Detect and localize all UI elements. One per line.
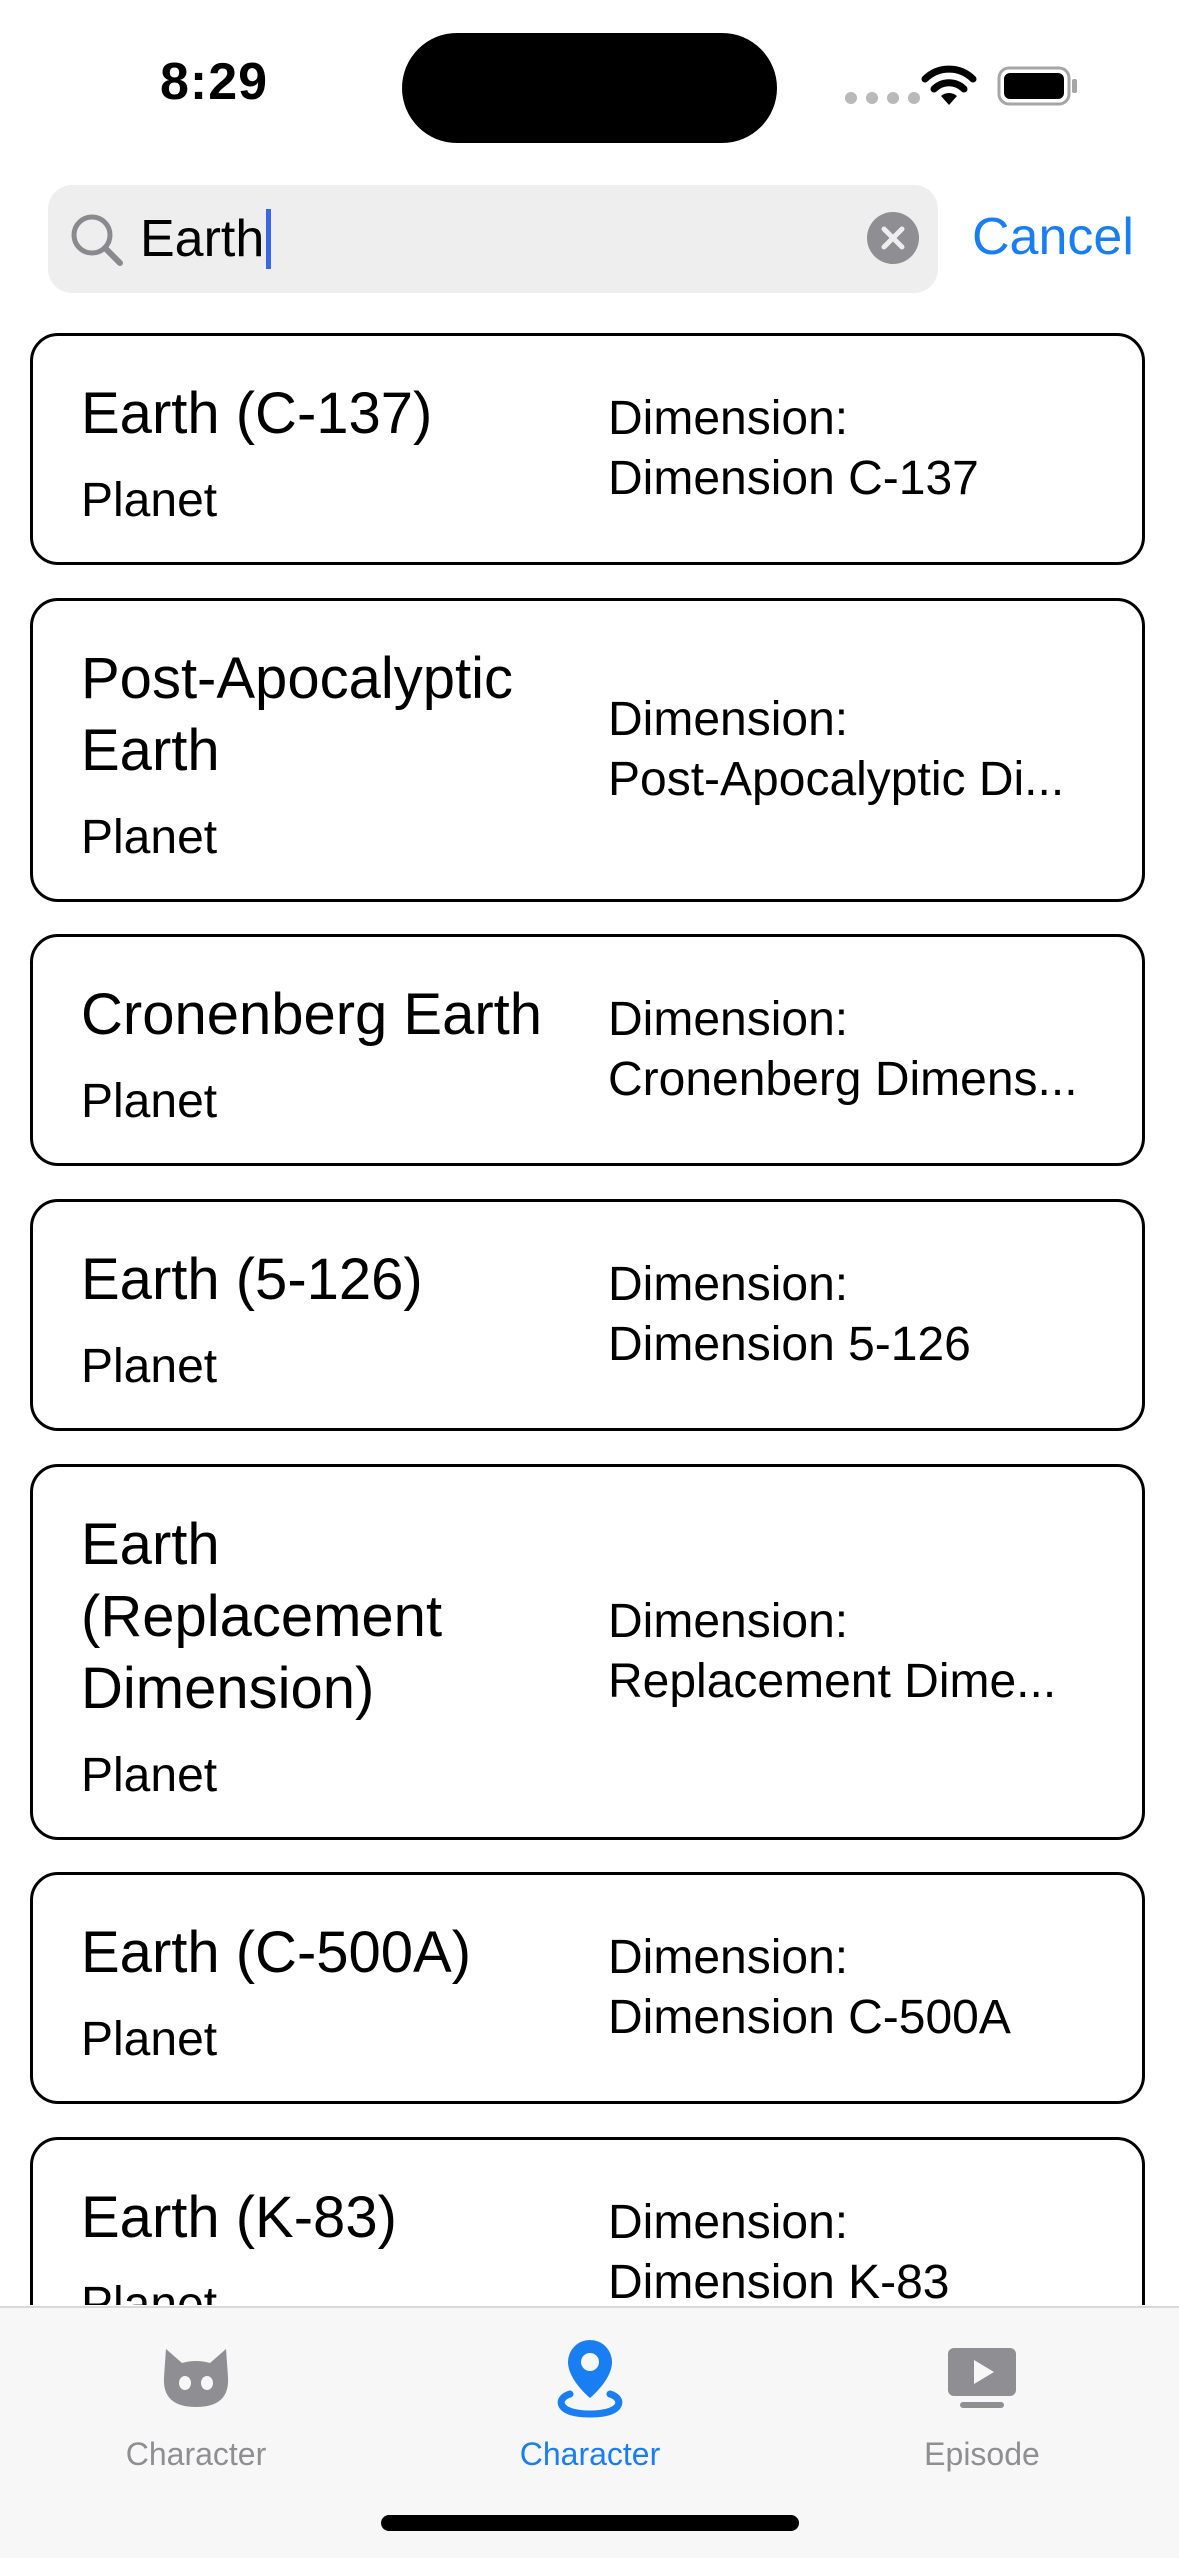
tab-label: Character <box>519 2436 661 2472</box>
location-type: Planet <box>81 474 218 527</box>
location-type: Planet <box>81 2278 218 2305</box>
play-rectangle-icon <box>948 2348 1016 2408</box>
location-card[interactable]: Earth (Replacement Dimension) Planet Dim… <box>30 1464 1145 1840</box>
tab-label: Character <box>125 2436 267 2472</box>
clear-search-icon[interactable] <box>865 210 921 266</box>
text-caret <box>266 209 272 269</box>
location-pin-icon <box>557 2340 623 2418</box>
location-card[interactable]: Cronenberg Earth Planet Dimension: Crone… <box>30 934 1145 1166</box>
github-cat-icon <box>163 2349 229 2407</box>
location-name: Earth (Replacement Dimension) <box>81 1512 443 1721</box>
search-query-text[interactable]: Earth <box>140 209 272 269</box>
dimension-value: Dimension 5-126 <box>608 1318 971 1371</box>
status-time: 8:29 <box>160 53 269 111</box>
location-card[interactable]: Post-Apocalyptic Earth Planet Dimension:… <box>30 598 1145 902</box>
dynamic-island <box>402 33 777 143</box>
dimension-value: Dimension C-137 <box>608 452 979 505</box>
location-name: Earth (5-126) <box>81 1247 423 1312</box>
location-name: Earth (C-137) <box>81 381 433 446</box>
dimension-label: Dimension: <box>608 2196 849 2249</box>
location-results-list[interactable]: Earth (C-137) Planet Dimension: Dimensio… <box>0 330 1179 2305</box>
search-input[interactable]: Earth <box>48 185 938 293</box>
dimension-value: Replacement Dime... <box>608 1655 1057 1708</box>
dimension-label: Dimension: <box>608 693 849 746</box>
tab-location[interactable]: Character <box>440 2328 740 2473</box>
tab-episode[interactable]: Episode <box>832 2328 1132 2473</box>
location-type: Planet <box>81 1340 218 1393</box>
dimension-value: Cronenberg Dimens... <box>608 1053 1078 1106</box>
location-name: Post-Apocalyptic Earth <box>81 646 513 783</box>
location-name: Cronenberg Earth <box>81 982 543 1047</box>
tab-bar: Character Character Episode <box>0 2306 1179 2558</box>
dimension-label: Dimension: <box>608 392 849 445</box>
dimension-label: Dimension: <box>608 1931 849 1984</box>
location-name: Earth (C-500A) <box>81 1920 472 1985</box>
search-icon <box>71 214 123 266</box>
location-card[interactable]: Earth (5-126) Planet Dimension: Dimensio… <box>30 1199 1145 1431</box>
dimension-value: Dimension K-83 <box>608 2256 950 2305</box>
home-indicator <box>381 2515 799 2531</box>
wifi-icon <box>921 65 977 105</box>
location-name: Earth (K-83) <box>81 2185 397 2250</box>
tab-label: Episode <box>924 2436 1040 2472</box>
cellular-signal-icon <box>845 92 920 104</box>
location-type: Planet <box>81 1749 218 1802</box>
location-card[interactable]: Earth (K-83) Planet Dimension: Dimension… <box>30 2137 1145 2305</box>
location-type: Planet <box>81 811 218 864</box>
location-type: Planet <box>81 2013 218 2066</box>
dimension-value: Post-Apocalyptic Di... <box>608 753 1065 806</box>
battery-icon <box>997 66 1077 106</box>
search-query: Earth <box>140 210 265 268</box>
location-card[interactable]: Earth (C-500A) Planet Dimension: Dimensi… <box>30 1872 1145 2104</box>
status-bar: 8:29 <box>0 0 1179 170</box>
dimension-label: Dimension: <box>608 993 849 1046</box>
location-card[interactable]: Earth (C-137) Planet Dimension: Dimensio… <box>30 333 1145 565</box>
tab-character[interactable]: Character <box>46 2328 346 2473</box>
dimension-label: Dimension: <box>608 1595 849 1648</box>
dimension-value: Dimension C-500A <box>608 1991 1011 2044</box>
cancel-button[interactable]: Cancel <box>972 207 1134 267</box>
location-type: Planet <box>81 1075 218 1128</box>
dimension-label: Dimension: <box>608 1258 849 1311</box>
